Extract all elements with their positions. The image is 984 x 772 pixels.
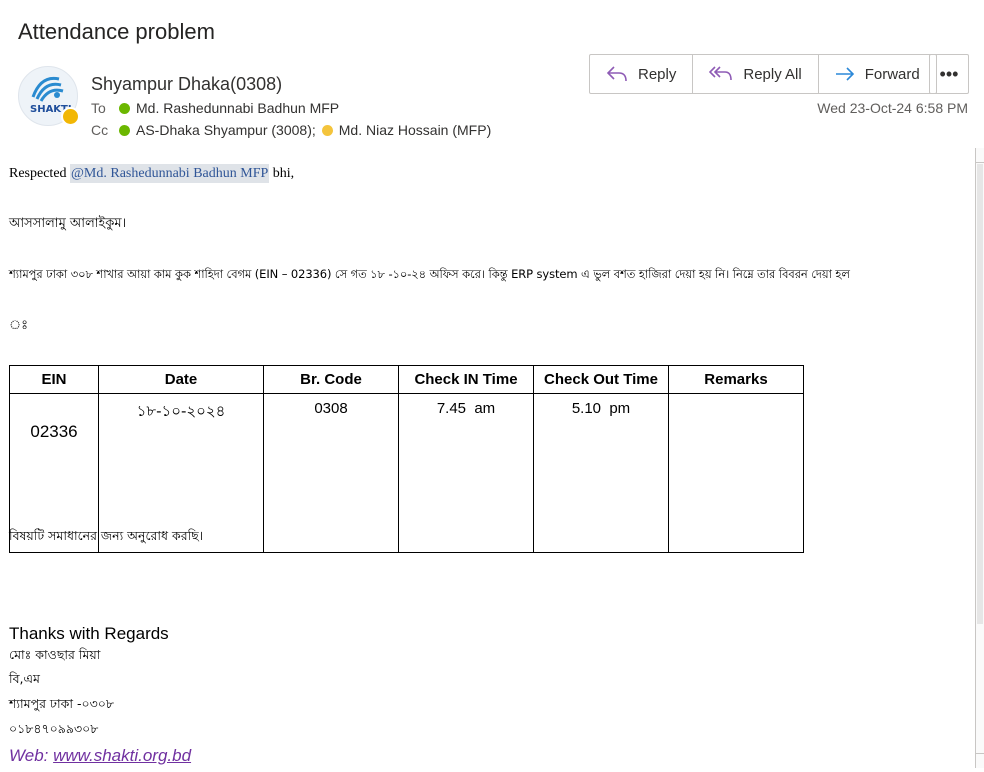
table-header: Check IN Time xyxy=(398,365,534,394)
more-actions-button[interactable]: ••• xyxy=(929,54,969,94)
reply-icon xyxy=(606,66,627,82)
table-cell-check-in: 7.45 am xyxy=(398,393,534,553)
signature-regards: Thanks with Regards xyxy=(9,624,169,643)
table-header: Check Out Time xyxy=(533,365,669,394)
online-status-icon xyxy=(119,102,130,114)
reply-all-icon xyxy=(709,66,733,81)
shakti-logo-icon xyxy=(31,76,64,102)
sent-date: Wed 23-Oct-24 6:58 PM xyxy=(817,100,968,116)
signature-title: বি,এম xyxy=(9,671,40,686)
scroll-up-icon[interactable] xyxy=(976,148,984,163)
table-cell-check-out: 5.10 pm xyxy=(533,393,669,553)
attendance-table: EIN Date Br. Code Check IN Time Check Ou… xyxy=(9,365,804,553)
reply-all-label: Reply All xyxy=(743,65,802,83)
scrollbar-thumb[interactable] xyxy=(977,164,983,624)
to-recipient[interactable]: Md. Rashedunnabi Badhun MFP xyxy=(136,100,339,116)
table-header: EIN xyxy=(9,365,99,394)
signature-name: মোঃ কাওছার মিয়া xyxy=(9,647,101,662)
body-paragraph: শ্যামপুর ঢাকা ৩০৮ শাখার আয়া কাম কুক শাহ… xyxy=(9,267,850,281)
web-link[interactable]: www.shakti.org.bd xyxy=(53,746,191,765)
table-cell-br-code: 0308 xyxy=(263,393,399,553)
forward-label: Forward xyxy=(864,65,920,83)
scroll-down-icon[interactable] xyxy=(976,753,984,768)
table-header: Br. Code xyxy=(263,365,399,394)
cc-label: Cc xyxy=(91,122,109,138)
away-status-icon xyxy=(321,124,333,136)
web-label: Web: xyxy=(9,746,54,765)
signature-branch: শ্যামপুর ঢাকা -০৩০৮ xyxy=(9,696,114,711)
more-icon: ••• xyxy=(939,63,959,84)
to-label: To xyxy=(91,100,106,116)
greeting-line: Respected @Md. Rashedunnabi Badhun MFP b… xyxy=(9,164,295,183)
reply-all-button[interactable]: Reply All xyxy=(693,55,819,93)
signature-web: Web: www.shakti.org.bd xyxy=(9,746,191,766)
greeting-prefix: Respected xyxy=(9,166,71,181)
presence-away-icon xyxy=(61,107,80,126)
cc-recipient[interactable]: Md. Niaz Hossain (MFP) xyxy=(339,122,491,138)
mention-link[interactable]: @Md. Rashedunnabi Badhun MFP xyxy=(70,164,270,183)
reply-label: Reply xyxy=(638,65,677,83)
online-status-icon xyxy=(119,124,130,136)
table-header: Date xyxy=(98,365,264,394)
sender-avatar[interactable]: SHAKTI xyxy=(18,66,80,126)
table-header: Remarks xyxy=(668,365,804,394)
email-subject: Attendance problem xyxy=(18,19,215,44)
vertical-scrollbar[interactable] xyxy=(975,148,984,768)
salam-text: আসসালামু আলাইকুম। xyxy=(9,216,127,231)
signature-phone: ০১৮৪৭০৯৯৩০৮ xyxy=(9,721,99,736)
message-actions: Reply Reply All Forward xyxy=(589,54,937,94)
greeting-suffix: bhi, xyxy=(269,166,295,181)
cc-recipient[interactable]: AS-Dhaka Shyampur (3008); xyxy=(136,122,316,138)
sender-name[interactable]: Shyampur Dhaka(0308) xyxy=(91,74,282,95)
table-cell-remarks xyxy=(668,393,804,553)
reply-button[interactable]: Reply xyxy=(590,55,694,93)
body-colon: ঃ xyxy=(9,318,29,333)
forward-icon xyxy=(835,67,854,81)
to-row: To Md. Rashedunnabi Badhun MFP xyxy=(91,100,339,116)
cc-row: Cc AS-Dhaka Shyampur (3008); Md. Niaz Ho… xyxy=(91,122,491,138)
table-header-row: EIN Date Br. Code Check IN Time Check Ou… xyxy=(9,365,804,394)
closing-text: বিষয়টি সমাধানের জন্য অনুরোধ করছি। xyxy=(9,528,204,543)
forward-button[interactable]: Forward xyxy=(819,55,936,93)
